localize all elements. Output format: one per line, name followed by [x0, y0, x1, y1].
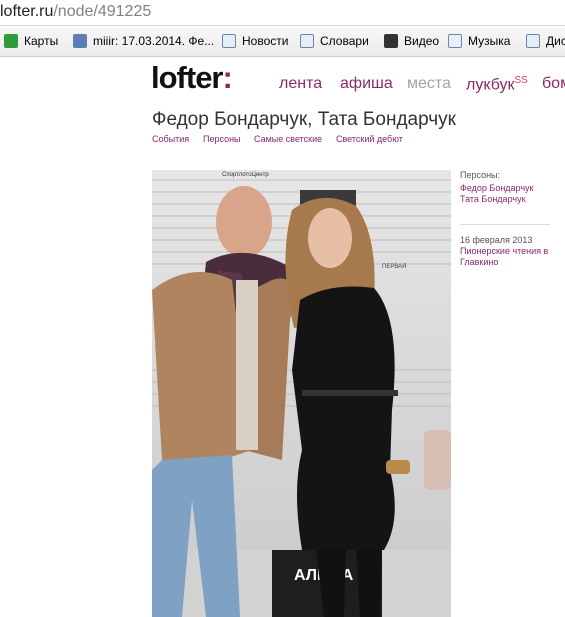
site-logo[interactable]: lofter: [151, 60, 233, 96]
bookmark-mail[interactable]: Дис [526, 34, 565, 48]
sign-side: ПЕРВАЯ [382, 264, 406, 270]
bookmark-label: Словари [320, 34, 369, 48]
tag-persons[interactable]: Персоны [203, 134, 241, 144]
bookmark-label: Видео [404, 34, 440, 48]
address-bar[interactable]: lofter.ru/node/491225 [0, 0, 565, 26]
bookmark-label: Новости [242, 34, 289, 48]
user-icon [73, 34, 87, 48]
bookmark-miiir[interactable]: miiir: 17.03.2014. Фе... [73, 34, 214, 48]
event-photo[interactable]: АЛЬФА СпортлотоЦентр ПЕРВАЯ [152, 170, 451, 617]
page-icon [222, 34, 236, 48]
bookmark-label: Музыка [468, 34, 511, 48]
page-title: Федор Бондарчук, Тата Бондарчук [152, 109, 456, 130]
url-path: /node/491225 [53, 3, 152, 20]
bookmark-label: Карты [24, 34, 59, 48]
nav-lookbook-label: лукбук [466, 76, 515, 94]
person-link[interactable]: Федор Бондарчук [460, 183, 534, 194]
bookmark-maps[interactable]: Карты [4, 34, 58, 48]
person-link[interactable]: Тата Бондарчук [460, 194, 534, 205]
bookmark-label: Дис [546, 34, 565, 48]
logo-text: lofter [151, 60, 223, 95]
bookmark-video[interactable]: Видео [384, 34, 439, 48]
sidebar-divider [460, 224, 550, 225]
tag-events[interactable]: События [152, 134, 189, 144]
persons-list: Федор Бондарчук Тата Бондарчук [460, 183, 534, 205]
logo-mark: : [222, 60, 233, 95]
event-date: 16 февраля 2013 [460, 235, 533, 245]
event-info: 16 февраля 2013 Пионерские чтения в Глав… [460, 235, 556, 268]
nav-poster[interactable]: афиша [340, 75, 393, 93]
url-text[interactable]: lofter.ru/node/491225 [0, 3, 151, 21]
event-link[interactable]: Пионерские чтения в Главкино [460, 246, 556, 268]
dictionary-icon [300, 34, 314, 48]
sign-top: СпортлотоЦентр [222, 172, 269, 178]
tag-society[interactable]: Самые светские [254, 134, 322, 144]
tag-debut[interactable]: Светский дебют [336, 134, 403, 144]
nav-lookbook[interactable]: лукбукSS [466, 75, 528, 94]
bookmark-dictionaries[interactable]: Словари [300, 34, 369, 48]
photo-illustration: АЛЬФА СпортлотоЦентр ПЕРВАЯ [152, 170, 451, 617]
nav-lookbook-badge: SS [514, 75, 528, 86]
nav-places[interactable]: места [407, 75, 451, 93]
persons-heading: Персоны: [460, 170, 501, 180]
bookmarks-bar: Карты miiir: 17.03.2014. Фе... Новости С… [0, 27, 565, 57]
nav-feed[interactable]: лента [279, 75, 322, 93]
bookmark-news[interactable]: Новости [222, 34, 288, 48]
bookmark-label: miiir: 17.03.2014. Фе... [93, 34, 215, 48]
music-icon [448, 34, 462, 48]
mail-icon [526, 34, 540, 48]
nav-more[interactable]: бом [542, 75, 565, 93]
maps-icon [4, 34, 18, 48]
bookmark-music[interactable]: Музыка [448, 34, 510, 48]
url-host: lofter.ru [0, 3, 54, 20]
video-icon [384, 34, 398, 48]
